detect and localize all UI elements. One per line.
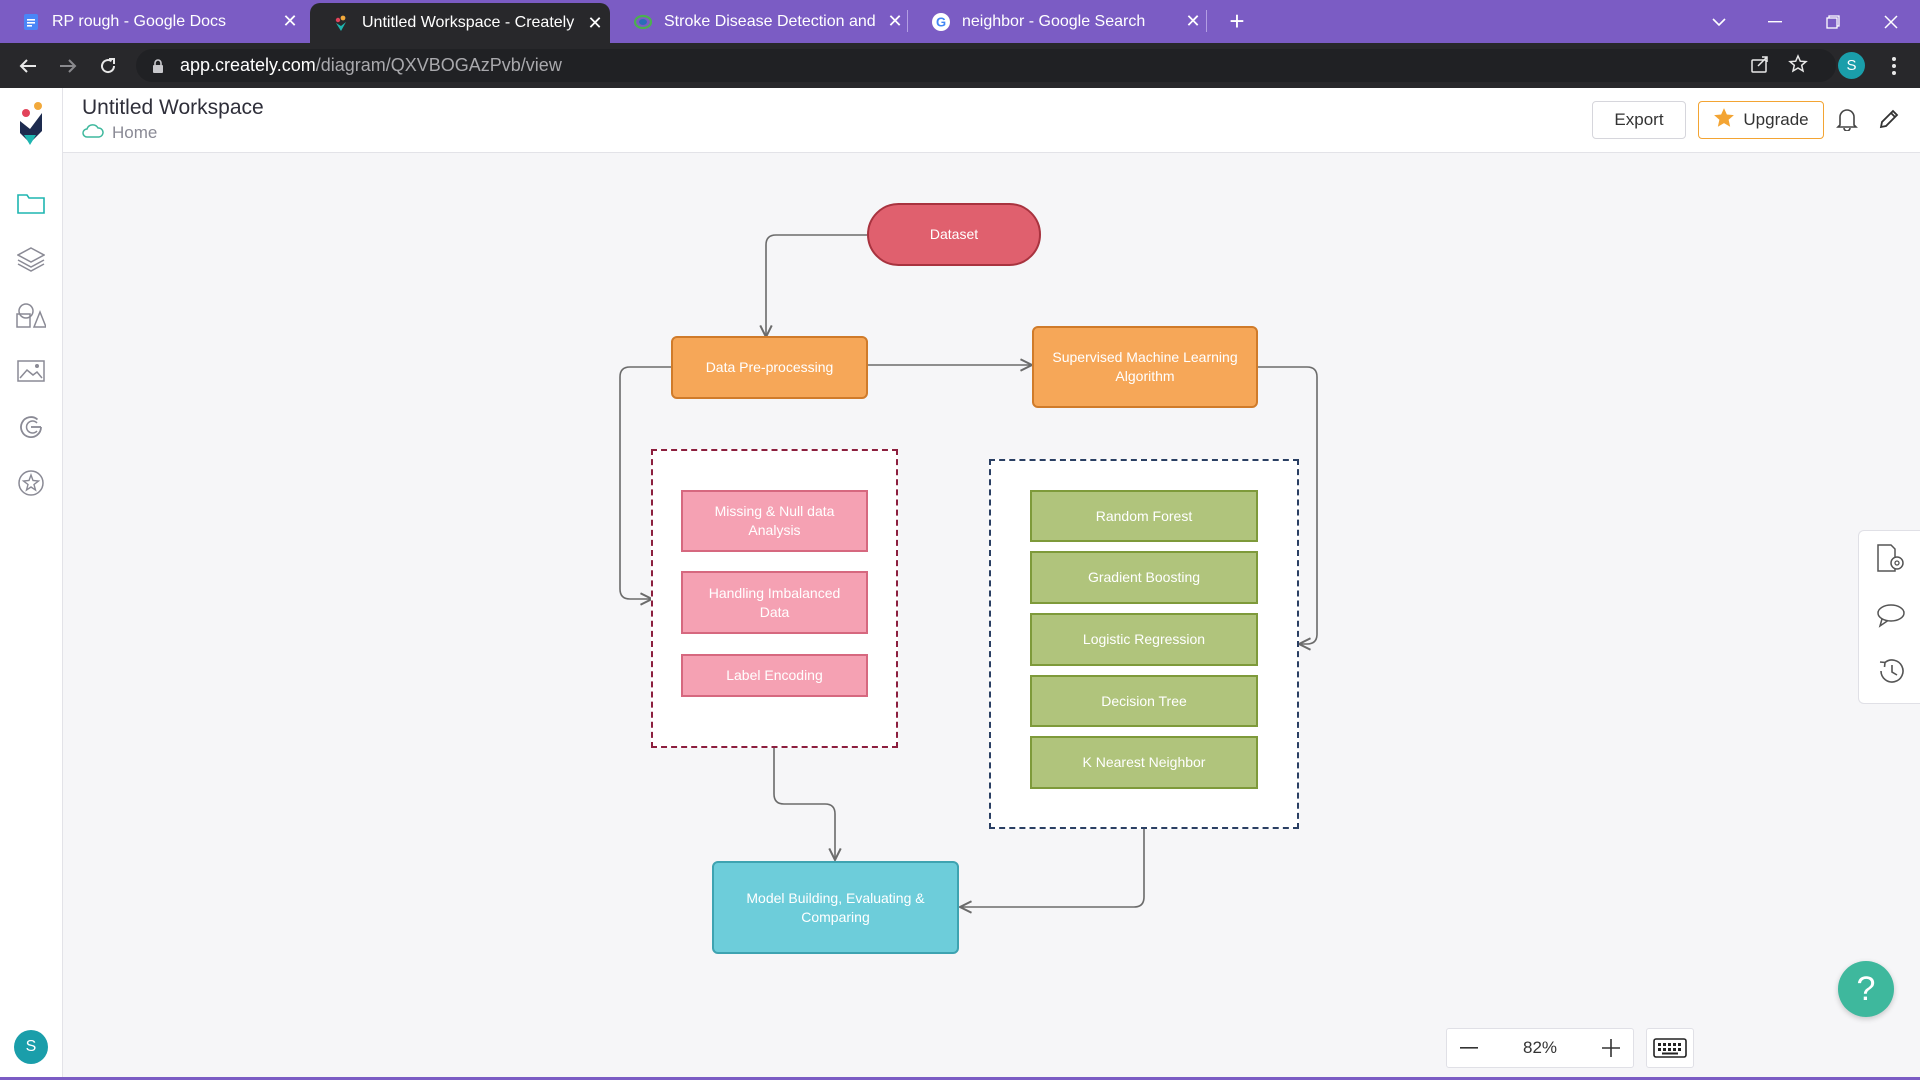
zoom-level[interactable]: 82% — [1523, 1038, 1557, 1058]
tab-search-chevron-icon[interactable] — [1690, 0, 1748, 43]
node-random-forest[interactable]: Random Forest — [1030, 490, 1258, 542]
history-icon[interactable] — [1875, 655, 1907, 687]
browser-profile-avatar[interactable]: S — [1838, 52, 1865, 79]
share-icon[interactable] — [1750, 54, 1770, 79]
node-handling-imbalanced-data[interactable]: Handling Imbalanced Data — [681, 571, 868, 634]
browser-tab-strip: RP rough - Google Docs ✕ Untitled Worksp… — [0, 0, 1920, 43]
node-supervised-ml[interactable]: Supervised Machine Learning Algorithm — [1032, 326, 1258, 408]
close-tab-icon[interactable]: ✕ — [1178, 11, 1208, 32]
google-icon: G — [932, 12, 950, 31]
tab-google-search[interactable]: G neighbor - Google Search ✕ — [910, 0, 1208, 43]
shapes-icon[interactable] — [14, 298, 48, 332]
node-label-encoding[interactable]: Label Encoding — [681, 654, 868, 697]
back-arrow-icon[interactable] — [8, 43, 48, 88]
workspace-title[interactable]: Untitled Workspace — [82, 96, 264, 120]
node-dataset[interactable]: Dataset — [867, 203, 1041, 266]
restore-window-icon[interactable] — [1804, 0, 1862, 43]
tab-separator — [907, 10, 908, 32]
comment-icon[interactable] — [1875, 599, 1907, 631]
node-missing-null-analysis[interactable]: Missing & Null data Analysis — [681, 490, 868, 552]
star-icon — [1713, 107, 1735, 134]
upgrade-label: Upgrade — [1743, 110, 1809, 129]
connector-algorithms-to-model — [960, 829, 1145, 907]
cloud-icon — [82, 123, 104, 143]
favorites-icon[interactable] — [14, 466, 48, 500]
tab-creately[interactable]: Untitled Workspace - Creately ✕ — [310, 3, 610, 43]
breadcrumb-home[interactable]: Home — [112, 123, 157, 143]
close-window-icon[interactable] — [1862, 0, 1920, 43]
tab-overleaf[interactable]: Stroke Disease Detection and Pre ✕ — [612, 0, 910, 43]
edit-pencil-icon[interactable] — [1874, 104, 1904, 134]
close-tab-icon[interactable]: ✕ — [275, 11, 305, 32]
url-path: /diagram/QXVBOGAzPvb/view — [315, 55, 562, 75]
layers-icon[interactable] — [14, 242, 48, 276]
close-tab-icon[interactable]: ✕ — [580, 13, 610, 34]
tab-title: Untitled Workspace - Creately — [362, 14, 575, 31]
close-tab-icon[interactable]: ✕ — [880, 11, 910, 32]
google-integration-icon[interactable] — [14, 410, 48, 444]
tab-title: RP rough - Google Docs — [52, 12, 227, 30]
export-button[interactable]: Export — [1592, 101, 1686, 139]
image-icon[interactable] — [14, 354, 48, 388]
creately-logo[interactable] — [14, 102, 48, 146]
breadcrumb[interactable]: Home — [82, 123, 157, 143]
diagram-canvas[interactable]: Dataset Data Pre-processing Supervised M… — [63, 153, 1920, 1080]
google-docs-icon — [22, 13, 40, 31]
user-avatar[interactable]: S — [14, 1030, 48, 1064]
creately-icon — [332, 14, 350, 32]
forward-arrow-icon[interactable] — [48, 43, 88, 88]
url-text: app.creately.com/diagram/QXVBOGAzPvb/vie… — [180, 55, 562, 76]
svg-text:G: G — [936, 14, 946, 29]
new-tab-button[interactable]: + — [1220, 4, 1254, 38]
zoom-in-button[interactable] — [1589, 1029, 1633, 1067]
connector-steps-to-model — [773, 748, 835, 860]
address-bar: app.creately.com/diagram/QXVBOGAzPvb/vie… — [0, 43, 1920, 88]
reload-icon[interactable] — [88, 43, 128, 88]
folder-icon[interactable] — [14, 186, 48, 220]
overleaf-icon — [634, 13, 652, 31]
lock-icon — [152, 58, 166, 73]
tab-title: Stroke Disease Detection and Pre — [664, 12, 880, 30]
zoom-control: 82% — [1446, 1028, 1634, 1068]
node-model-building[interactable]: Model Building, Evaluating & Comparing — [712, 861, 959, 954]
connector-dataset-to-preprocessing — [766, 234, 867, 337]
bookmark-star-icon[interactable] — [1788, 54, 1808, 79]
tab-title: neighbor - Google Search — [962, 12, 1146, 30]
node-data-preprocessing[interactable]: Data Pre-processing — [671, 336, 868, 399]
right-side-panel — [1858, 530, 1920, 704]
keyboard-shortcuts-icon[interactable] — [1646, 1028, 1694, 1068]
zoom-out-button[interactable] — [1447, 1029, 1491, 1067]
upgrade-button[interactable]: Upgrade — [1698, 101, 1824, 139]
notification-bell-icon[interactable] — [1832, 104, 1862, 134]
minimize-window-icon[interactable] — [1746, 0, 1804, 43]
help-button[interactable]: ? — [1838, 961, 1894, 1017]
tab-google-docs[interactable]: RP rough - Google Docs ✕ — [0, 0, 305, 43]
url-host: app.creately.com — [180, 55, 316, 75]
node-k-nearest-neighbor[interactable]: K Nearest Neighbor — [1030, 736, 1258, 789]
url-field[interactable]: app.creately.com/diagram/QXVBOGAzPvb/vie… — [136, 49, 1836, 82]
left-toolbar — [0, 88, 63, 1080]
node-gradient-boosting[interactable]: Gradient Boosting — [1030, 551, 1258, 604]
browser-menu-icon[interactable] — [1874, 43, 1914, 88]
node-decision-tree[interactable]: Decision Tree — [1030, 675, 1258, 727]
tab-separator — [1206, 10, 1207, 32]
document-settings-icon[interactable] — [1875, 543, 1907, 575]
node-logistic-regression[interactable]: Logistic Regression — [1030, 613, 1258, 666]
